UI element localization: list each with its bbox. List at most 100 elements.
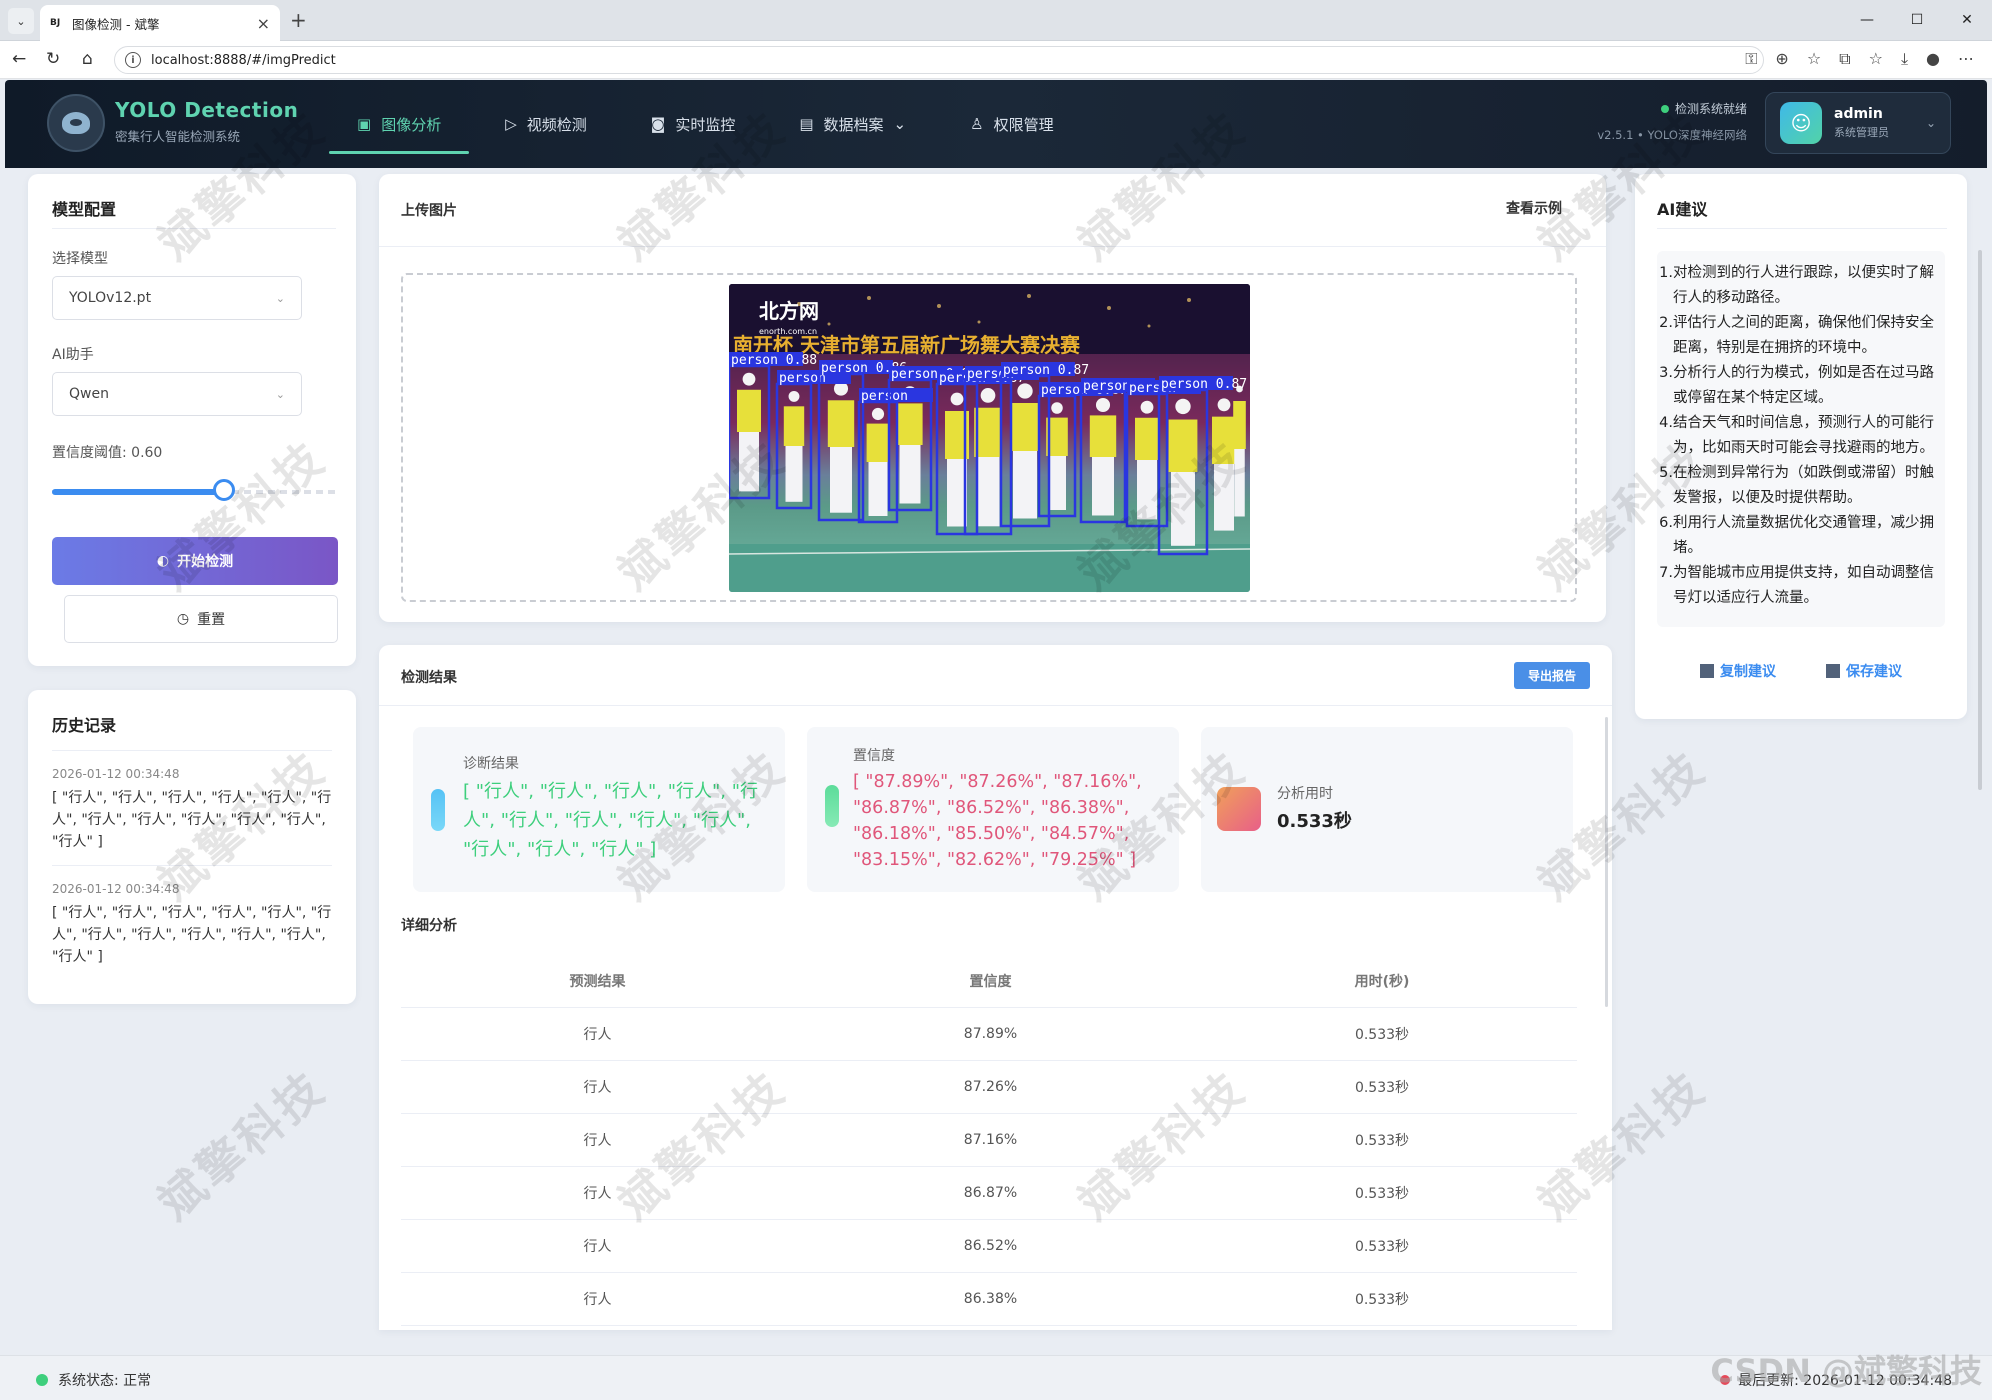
history-time: 2026-01-12 00:34:48 — [52, 767, 180, 781]
table-cell: 行人 — [583, 1186, 612, 1202]
home-icon[interactable]: ⌂ — [82, 49, 93, 69]
table-cell: 86.52% — [963, 1238, 1018, 1254]
back-arrow-icon[interactable]: ← — [12, 49, 26, 69]
nav-permission[interactable]: ♙ 权限管理 — [938, 80, 1085, 168]
table-row[interactable]: 行人 87.89% 0.533秒 — [401, 1008, 1577, 1061]
advice-item: 7. 为智能城市应用提供支持，如自动调整信号灯以适应行人流量。 — [1657, 561, 1937, 611]
stat-bar — [431, 789, 445, 831]
close-window-icon[interactable]: ✕ — [1942, 0, 1992, 40]
detail-table: 预测结果 置信度 用时(秒) 行人 87.89% 0.533秒 行人 87.26% 0.5… — [401, 955, 1577, 1326]
advice-text: 分析行人的行为模式，例如是否在过马路或停留在某个特定区域。 — [1673, 365, 1934, 406]
status-footer: 系统状态: 正常 最后更新: 2026-01-12 00:34:48 — [0, 1355, 1992, 1400]
column-header[interactable]: 置信度 — [794, 971, 1187, 991]
history-text: [ "行人", "行人", "行人", "行人", "行人", "行人", "行… — [52, 905, 332, 965]
user-icon: ♙ — [970, 115, 984, 133]
brand-subtitle: 密集行人智能检测系统 — [115, 129, 241, 144]
advice-number: 2. — [1659, 315, 1673, 331]
avatar: ☺ — [1780, 102, 1822, 144]
info-icon[interactable]: i — [125, 52, 141, 68]
user-menu[interactable]: ☺ admin 系统管理员 ⌄ — [1765, 92, 1951, 154]
table-row[interactable]: 行人 86.38% 0.533秒 — [401, 1273, 1577, 1326]
slider-handle[interactable] — [213, 479, 235, 501]
history-item[interactable]: 2026-01-12 00:34:48 [ "行人", "行人", "行人", … — [52, 866, 332, 980]
status-dot-icon — [36, 1374, 48, 1386]
confidence-value: [ "87.89%", "87.26%", "87.16%", "86.87%"… — [853, 772, 1142, 870]
tab-list-chevron-icon[interactable]: ⌄ — [8, 8, 34, 34]
page-scrollbar[interactable] — [1978, 250, 1982, 790]
minimize-icon[interactable]: — — [1842, 0, 1892, 40]
advice-item: 2. 评估行人之间的距离，确保他们保持安全距离，特别是在拥挤的环境中。 — [1657, 311, 1937, 361]
model-select[interactable]: YOLOv12.pt ⌄ — [52, 276, 302, 320]
detection-label: person — [861, 389, 908, 404]
profile-icon[interactable]: ● — [1926, 49, 1940, 69]
version-text: v2.5.1 • YOLO深度神经网络 — [1597, 128, 1747, 142]
table-row[interactable]: 行人 87.16% 0.533秒 — [401, 1114, 1577, 1167]
image-logo-text: 北方网 — [759, 299, 819, 323]
column-header[interactable]: 预测结果 — [401, 971, 794, 991]
nav-realtime-monitor[interactable]: ◙ 实时监控 — [619, 80, 768, 168]
confidence-label: 置信度 — [853, 748, 895, 764]
reload-icon[interactable]: ↻ — [46, 49, 60, 69]
assistant-label: AI助手 — [52, 347, 94, 363]
start-detect-button[interactable]: ◐ 开始检测 — [52, 537, 338, 585]
table-cell: 0.533秒 — [1354, 1080, 1410, 1096]
more-menu-icon[interactable]: ⋯ — [1958, 49, 1974, 69]
table-row[interactable]: 行人 86.87% 0.533秒 — [401, 1167, 1577, 1220]
table-row[interactable]: 行人 86.52% 0.533秒 — [401, 1220, 1577, 1273]
nav-image-analysis[interactable]: ▣ 图像分析 — [325, 80, 473, 168]
document-icon: ▤ — [799, 115, 814, 133]
card-title: 模型配置 — [52, 200, 117, 219]
tab-favicon: BJ — [50, 18, 61, 28]
advice-item: 6. 利用行人流量数据优化交通管理，减少拥堵。 — [1657, 511, 1937, 561]
timer-icon — [1217, 787, 1261, 831]
assistant-select[interactable]: Qwen ⌄ — [52, 372, 302, 416]
tab-title: 图像检测 - 斌擎 — [72, 16, 160, 32]
browser-tab[interactable]: BJ 图像检测 - 斌擎 × — [40, 5, 280, 41]
reset-button[interactable]: ◷ 重置 — [64, 595, 338, 643]
app-header: YOLO Detection 密集行人智能检测系统 ▣ 图像分析 ▷ 视频检测 … — [5, 80, 1987, 168]
status-dot-icon — [1660, 104, 1669, 113]
table-cell: 0.533秒 — [1354, 1027, 1410, 1043]
camera-icon: ◙ — [650, 115, 666, 133]
download-icon[interactable]: ⤓ — [1901, 49, 1908, 69]
watermark-text: 斌擎科技 — [147, 1060, 336, 1231]
favorite-star-icon[interactable]: ☆ — [1807, 49, 1821, 69]
advice-number: 7. — [1659, 565, 1673, 581]
logo — [47, 94, 105, 152]
key-icon[interactable]: ⚿ — [1745, 49, 1757, 69]
advice-number: 6. — [1659, 515, 1673, 531]
table-cell: 86.38% — [963, 1291, 1018, 1307]
scrollbar[interactable] — [1605, 717, 1608, 1007]
advice-item: 3. 分析行人的行为模式，例如是否在过马路或停留在某个特定区域。 — [1657, 361, 1937, 411]
upload-dropzone[interactable]: 北方网 enorth.com.cn 南开杯 天津市第五届新广场舞大赛决赛 per… — [401, 273, 1577, 602]
advice-text: 评估行人之间的距离，确保他们保持安全距离，特别是在拥挤的环境中。 — [1673, 315, 1934, 356]
history-item[interactable]: 2026-01-12 00:34:48 [ "行人", "行人", "行人", … — [52, 751, 332, 866]
extensions-icon[interactable]: ⧉ — [1839, 49, 1850, 69]
save-advice-button[interactable]: 保存建议 — [1826, 661, 1902, 681]
column-header[interactable]: 用时(秒) — [1187, 971, 1577, 991]
nav-label: 权限管理 — [993, 115, 1054, 134]
table-cell: 行人 — [583, 1239, 612, 1255]
table-row[interactable]: 行人 87.26% 0.533秒 — [401, 1061, 1577, 1114]
main-nav: ▣ 图像分析 ▷ 视频检测 ◙ 实时监控 ▤ 数据档案 ⌄ ♙ 权限管理 — [325, 80, 1086, 168]
maximize-icon[interactable]: ☐ — [1892, 0, 1942, 40]
status-text: 检测系统就绪 — [1674, 102, 1747, 116]
user-role: 系统管理员 — [1834, 126, 1889, 139]
nav-data-archive[interactable]: ▤ 数据档案 ⌄ — [767, 80, 938, 168]
nav-video-detection[interactable]: ▷ 视频检测 — [473, 80, 619, 168]
upload-card: 上传图片 查看示例 北方网 enorth.com.cn 南开杯 天津市第五届新广… — [379, 174, 1606, 622]
zoom-icon[interactable]: ⊕ — [1775, 49, 1788, 69]
advice-text: 对检测到的行人进行跟踪，以便实时了解行人的移动路径。 — [1673, 265, 1934, 306]
table-cell: 行人 — [583, 1027, 612, 1043]
favorites-list-icon[interactable]: ☆ — [1869, 49, 1883, 69]
tab-close-icon[interactable]: × — [257, 14, 270, 33]
copy-advice-button[interactable]: 复制建议 — [1700, 661, 1776, 681]
chevron-down-icon: ⌄ — [1925, 116, 1936, 130]
export-report-button[interactable]: 导出报告 — [1513, 662, 1590, 689]
new-tab-plus-icon[interactable]: + — [290, 8, 307, 32]
table-cell: 0.533秒 — [1354, 1133, 1410, 1149]
url-field[interactable]: i localhost:8888/#/imgPredict — [114, 46, 1764, 74]
advice-text: 结合天气和时间信息，预测行人的可能行为，比如雨天时可能会寻找避雨的地方。 — [1673, 415, 1934, 456]
view-example-link[interactable]: 查看示例 — [1506, 198, 1562, 218]
card-title: 检测结果 — [401, 670, 457, 686]
